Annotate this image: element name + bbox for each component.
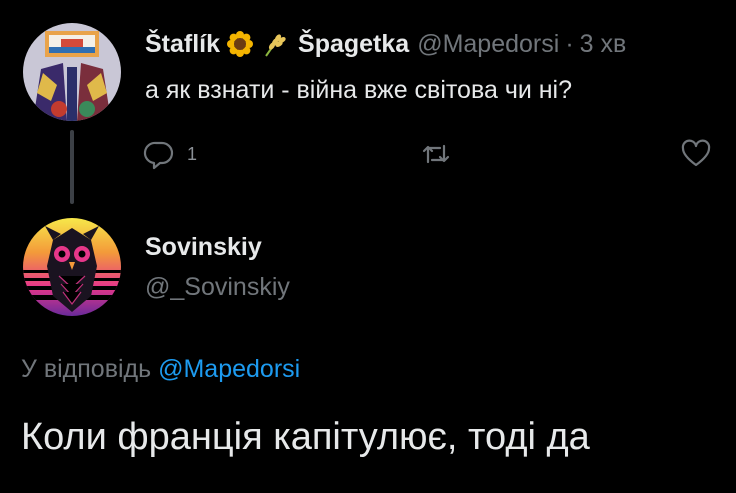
tweet2-display-name[interactable]: Sovinskiy — [145, 233, 262, 262]
retweet-button[interactable] — [420, 136, 452, 172]
sunflower-emoji-icon — [226, 30, 254, 58]
display-name-part2[interactable]: Špagetka — [298, 30, 409, 59]
tweet2-text: Коли франція капітулює, тоді да — [21, 416, 590, 458]
tweet1-timestamp[interactable]: 3 хв — [580, 30, 627, 59]
reply-count: 1 — [187, 143, 198, 164]
reply-icon — [143, 138, 175, 170]
header-separator: · — [565, 29, 574, 58]
like-button[interactable] — [680, 136, 712, 172]
reply-button[interactable]: 1 — [143, 136, 197, 172]
like-icon — [680, 138, 712, 170]
avatar-sovinskiy[interactable] — [23, 218, 121, 316]
tweet1-header: Štaflík Špagetka @Mapedorsi · 3 хв — [145, 28, 626, 60]
avatar-stafik[interactable] — [23, 23, 121, 121]
tweet1-text: а як взнати - війна вже світова чи ні? — [145, 76, 573, 104]
reply-to-mention[interactable]: @Mapedorsi — [158, 355, 300, 383]
tweet2-handle[interactable]: @_Sovinskiy — [145, 273, 290, 302]
display-name-part1[interactable]: Štaflík — [145, 30, 220, 59]
reply-to-line: У відповідь @Mapedorsi — [21, 355, 300, 384]
reply-to-prefix: У відповідь — [21, 355, 152, 383]
retweet-icon — [420, 138, 452, 170]
wheat-emoji-icon — [260, 30, 288, 58]
tweet1-handle[interactable]: @Mapedorsi — [417, 30, 559, 59]
avatar-stafik-image — [23, 23, 121, 121]
avatar-sovinskiy-image — [23, 218, 121, 316]
thread-line — [70, 130, 74, 204]
